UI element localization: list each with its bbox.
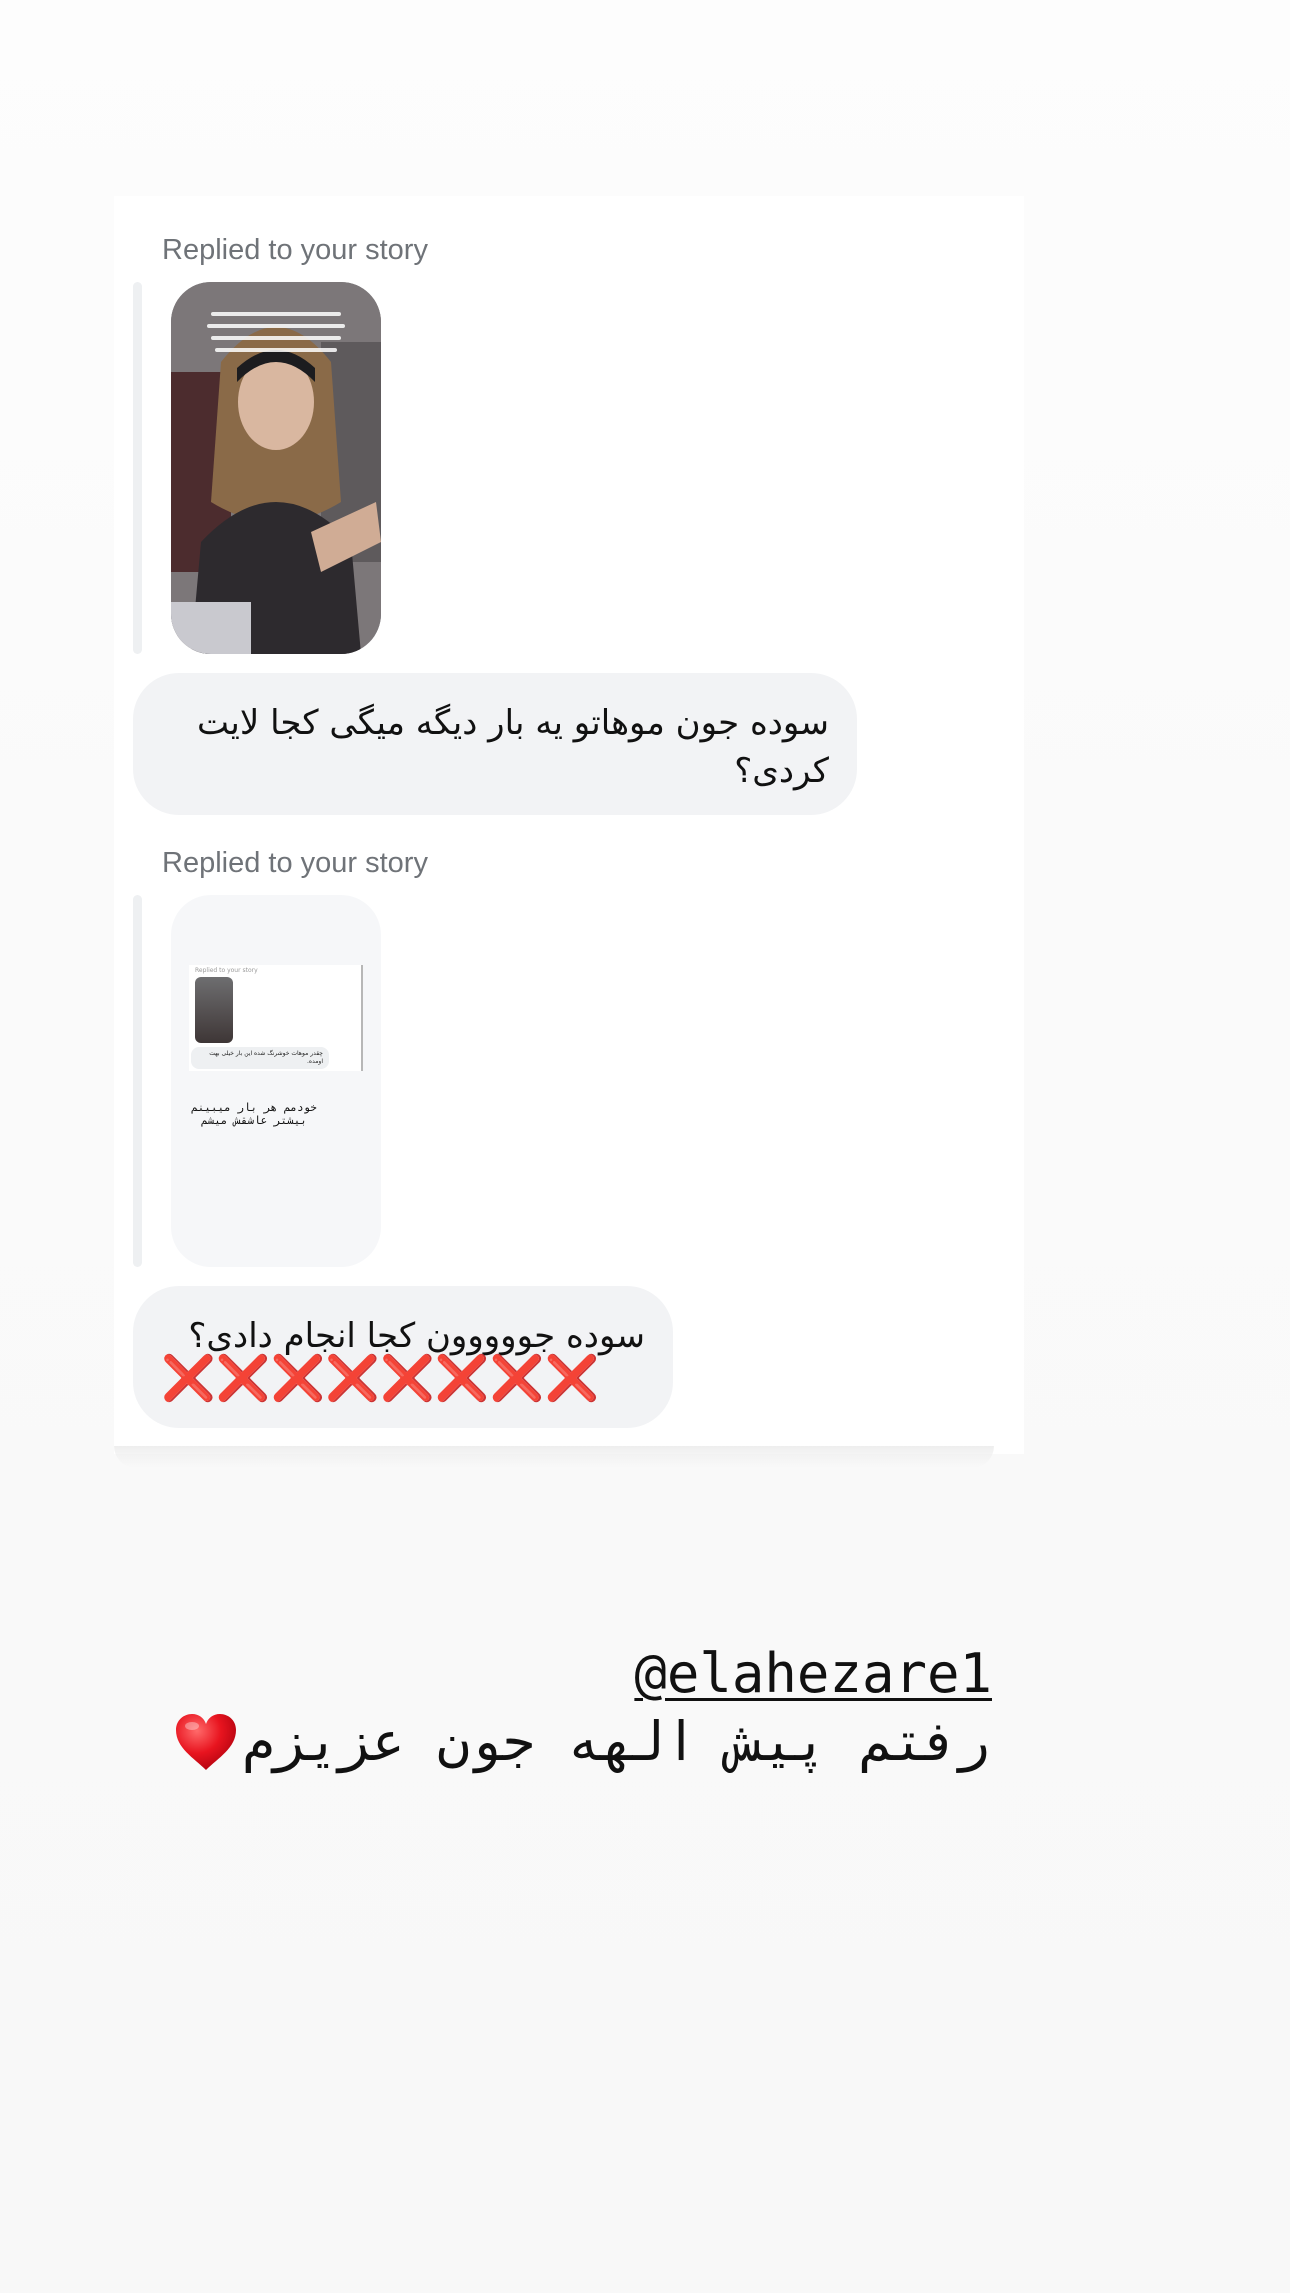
story-thumbnail-2[interactable]: Replied to your story چقدر موهات خوشرنگ … (171, 895, 381, 1267)
card-shadow (114, 1446, 994, 1468)
nested-message-bubble: چقدر موهات خوشرنگ شده این بار خیلی بهت ا… (191, 1047, 329, 1069)
quote-bar-2 (133, 895, 142, 1267)
story-caption: رفتم پیش الهه جون عزیزم (174, 1710, 990, 1773)
story-caption-text: رفتم پیش الهه جون عزیزم (242, 1710, 990, 1773)
message-text-1: سوده جون موهاتو یه بار دیگه میگی کجا لای… (197, 703, 829, 791)
reply-label-2: Replied to your story (162, 847, 428, 879)
heart-icon (174, 1712, 238, 1772)
message-bubble-2[interactable]: سوده جووووون کجا انجام دادی؟ ❌❌❌❌❌❌❌❌ (133, 1286, 673, 1428)
story-thumbnail-1[interactable] (171, 282, 381, 654)
message-bubble-1[interactable]: سوده جون موهاتو یه بار دیگه میگی کجا لای… (133, 673, 857, 815)
nested-screenshot: Replied to your story چقدر موهات خوشرنگ … (189, 965, 363, 1071)
cross-mark-icons: ❌❌❌❌❌❌❌❌ (161, 1353, 600, 1404)
mention-link[interactable]: @elahezare1 (634, 1642, 992, 1705)
nested-story-caption: خودمم هر بار میبینم بیشتر عاشقش میشم (191, 1101, 317, 1127)
reply-label-1: Replied to your story (162, 234, 428, 266)
story-photo-illustration (171, 282, 381, 654)
nested-story-image (195, 977, 233, 1043)
quote-bar-1 (133, 282, 142, 654)
nested-reply-label: Replied to your story (195, 967, 258, 974)
